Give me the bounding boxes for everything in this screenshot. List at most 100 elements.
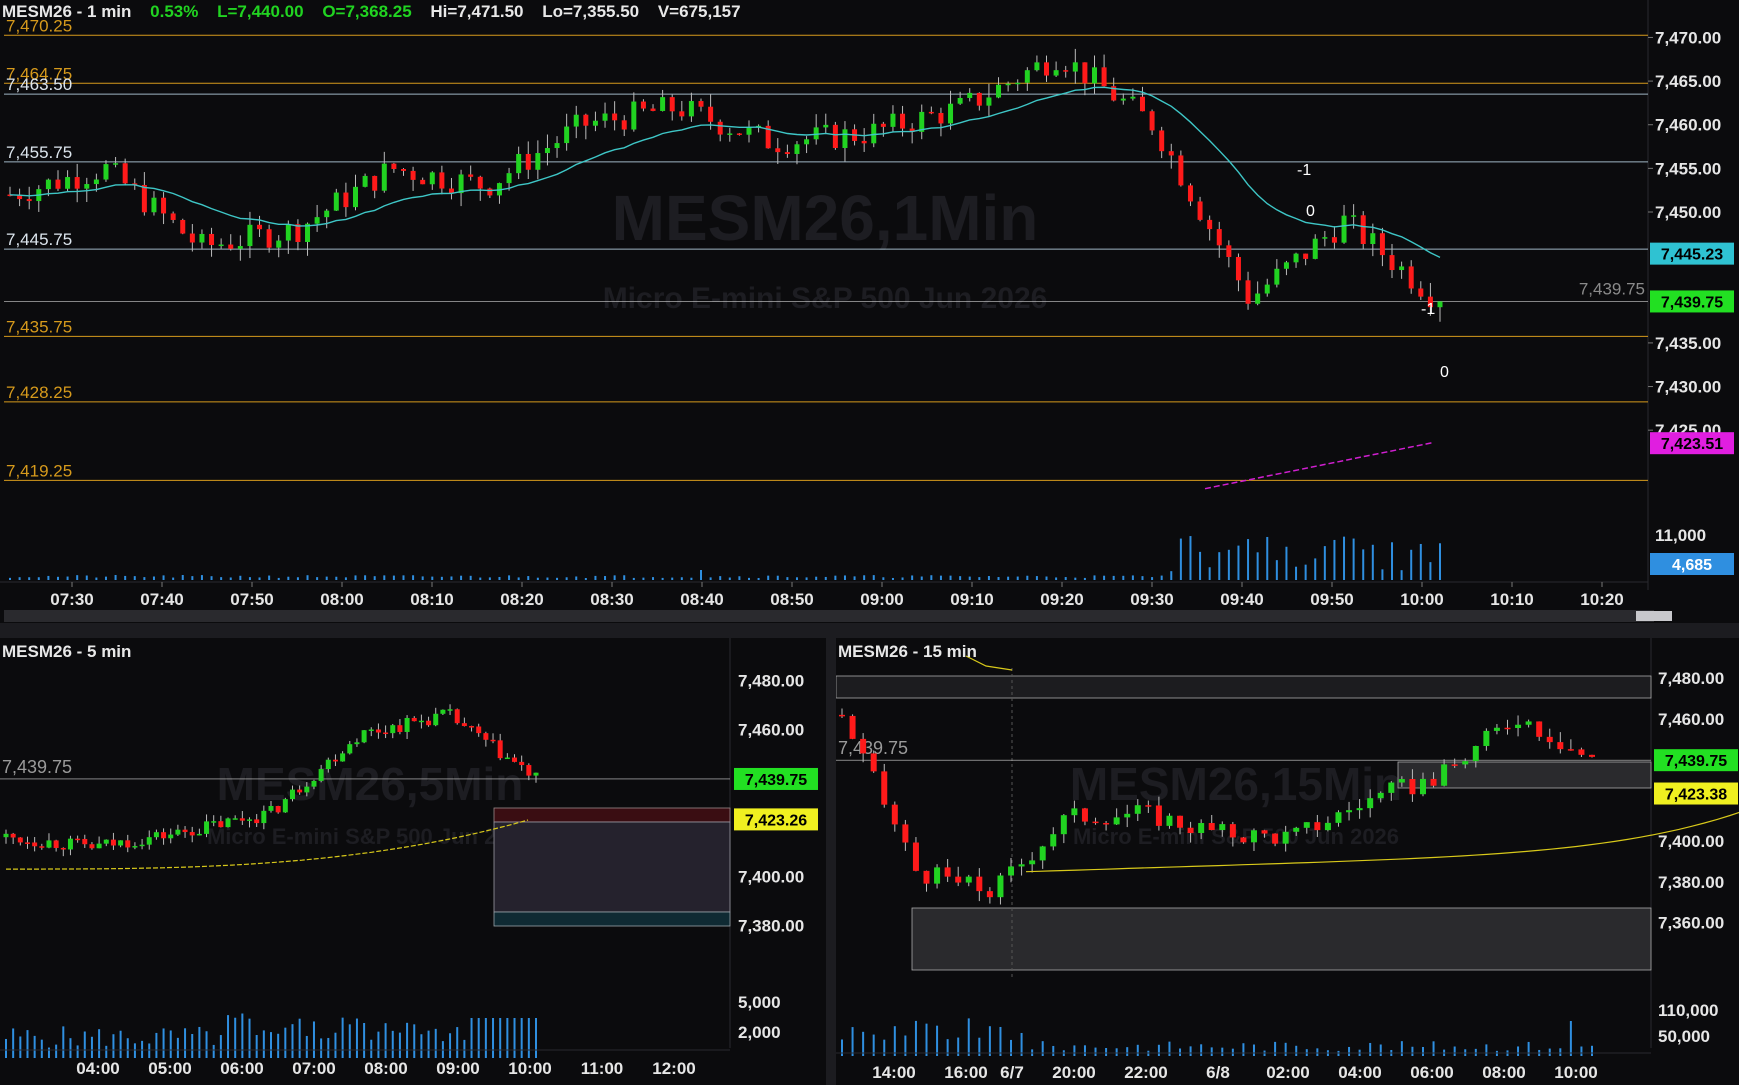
candle-body <box>381 163 387 191</box>
candle-body <box>180 219 186 234</box>
candle-body <box>82 838 88 845</box>
volume-bar <box>172 577 175 580</box>
volume-bar <box>1231 1048 1234 1056</box>
candle-body <box>1166 815 1173 826</box>
trade-marker: 0 <box>1306 203 1315 220</box>
volume-bar <box>513 1018 516 1058</box>
volume-bar <box>968 576 971 580</box>
ema-value-badge-text: 7,445.23 <box>1661 247 1723 264</box>
trade-marker: -1 <box>1421 301 1435 318</box>
volume-bar <box>364 575 367 580</box>
volume-bar <box>498 576 501 580</box>
chart-5min-panel[interactable]: MESM26,5Min Micro E-mini S&P 500 Jun 2026… <box>0 638 826 1085</box>
candle-body <box>45 179 51 190</box>
candle-body <box>24 842 30 844</box>
volume-bar <box>492 1018 495 1058</box>
candle-body <box>282 799 288 813</box>
candle-body <box>1322 237 1328 239</box>
volume-bar <box>1474 1048 1477 1056</box>
chart-1min-panel[interactable]: MESM26,1Min Micro E-mini S&P 500 Jun 2026… <box>0 0 1739 623</box>
volume-bar <box>1112 575 1115 580</box>
candle-body <box>65 177 71 189</box>
volume-bar <box>477 1018 480 1058</box>
last-price-badge-text: 7,439.75 <box>1665 753 1727 770</box>
volume-bar <box>1548 1048 1551 1056</box>
chart-5min-canvas[interactable]: MESM26,5Min Micro E-mini S&P 500 Jun 2026… <box>0 638 826 1085</box>
volume-bar <box>143 577 146 580</box>
volume-bar <box>124 575 127 580</box>
candle-body <box>1178 155 1184 186</box>
candle-body <box>698 101 704 107</box>
candle-body <box>1245 280 1251 304</box>
candle-body <box>397 725 403 732</box>
volume-bar <box>757 577 760 580</box>
volume-bar <box>413 1024 416 1058</box>
candle-body <box>468 174 474 177</box>
candle-body <box>650 108 656 111</box>
candle-body <box>410 170 416 180</box>
candle-body <box>794 144 800 154</box>
volume-bar <box>1199 551 1202 580</box>
candle-body <box>429 172 435 185</box>
scrollbar-thumb[interactable] <box>1636 611 1672 621</box>
candle-body <box>239 818 245 821</box>
volume-bar <box>1179 538 1182 580</box>
chart-15min-canvas[interactable]: MESM26,15Min Micro E-mini S&P 500 Jun 202… <box>836 638 1739 1085</box>
volume-bar <box>594 575 597 580</box>
volume-bar <box>241 1013 244 1058</box>
time-tick-label: 04:00 <box>76 1059 119 1078</box>
time-tick-label: 08:50 <box>770 590 813 609</box>
candle-body <box>1356 808 1363 811</box>
last-price-badge: 7,439.75 <box>1654 749 1738 772</box>
candle-body <box>487 188 493 196</box>
candle-body <box>902 824 909 843</box>
candle-body <box>890 113 896 127</box>
volume-bar <box>1151 577 1154 580</box>
candle-body <box>372 175 378 191</box>
volume-bar <box>508 575 511 580</box>
pane-divider-vertical[interactable] <box>826 638 836 1085</box>
pane-divider[interactable] <box>0 623 1739 638</box>
volume-bar <box>1517 1046 1520 1056</box>
volume-bar <box>893 1026 896 1056</box>
volume-bar <box>1362 549 1365 580</box>
candle-body <box>1312 238 1318 259</box>
watermark-description: Micro E-mini S&P 500 Jun 2026 <box>1073 824 1399 849</box>
candle-body <box>1092 821 1099 824</box>
volume-bar <box>83 1031 86 1058</box>
volume-bar <box>1323 546 1326 580</box>
volume-value-badge: 4,685 <box>1650 553 1734 575</box>
volume-bar <box>191 1034 194 1058</box>
candle-body <box>997 875 1004 898</box>
time-tick-label: 02:00 <box>1266 1063 1309 1082</box>
volume-bar <box>1453 1046 1456 1056</box>
candle-body <box>1240 837 1247 843</box>
volume-bar <box>987 576 990 580</box>
vwap-value-badge: 7,423.38 <box>1654 782 1738 805</box>
candle-body <box>324 210 330 218</box>
candle-body <box>1255 293 1261 304</box>
volume-bar <box>1055 577 1058 580</box>
candle-body <box>1091 67 1097 84</box>
candle-body <box>46 840 52 848</box>
volume-bar <box>997 577 1000 580</box>
chart-1min-scrollbar[interactable] <box>4 610 1654 622</box>
volume-bar <box>219 1035 222 1058</box>
volume-bar <box>229 577 232 580</box>
volume-bar <box>1314 558 1317 580</box>
volume-bar <box>355 1018 358 1058</box>
candle-body <box>533 772 539 776</box>
candle-body <box>1451 764 1458 766</box>
chart-1min-canvas[interactable]: MESM26,1Min Micro E-mini S&P 500 Jun 2026… <box>0 0 1739 623</box>
volume-bar <box>12 1028 15 1058</box>
candle-body <box>458 174 464 194</box>
sma-value-badge: 7,423.51 <box>1650 432 1734 455</box>
candle-body <box>103 839 109 844</box>
volume-bar <box>700 570 703 580</box>
volume-bar <box>354 575 357 580</box>
volume-bar <box>488 577 491 580</box>
chart-15min-panel[interactable]: MESM26,15Min Micro E-mini S&P 500 Jun 202… <box>836 638 1739 1085</box>
volume-bar <box>1569 1021 1572 1056</box>
candle-body <box>1261 830 1268 834</box>
time-tick-label: 08:00 <box>320 590 363 609</box>
